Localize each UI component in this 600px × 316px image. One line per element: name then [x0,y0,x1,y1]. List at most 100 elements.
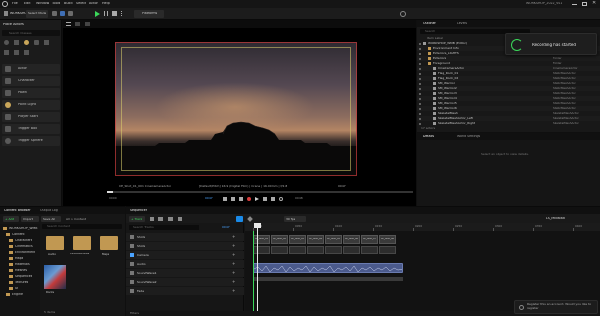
shot-clip-secondary[interactable] [325,246,342,254]
add-track-button[interactable]: + Track [129,216,145,222]
tab-content-browser[interactable]: Content Browser [4,209,31,212]
tab-outliner[interactable]: Outliner [423,22,436,25]
add-key-button[interactable]: + [232,271,235,275]
play-icon[interactable] [255,197,259,201]
render-icon[interactable] [168,217,173,221]
place-actor-item[interactable]: Pawn [2,88,60,98]
add-key-button[interactable]: + [232,244,235,248]
stop-icon[interactable] [112,11,117,16]
camera-icon[interactable] [158,217,163,221]
step-back-icon[interactable] [231,197,235,201]
content-search[interactable]: Search Content [42,224,122,229]
visibility-eye-icon[interactable] [419,62,421,65]
shot-clip-secondary[interactable] [289,246,306,254]
save-icon[interactable] [4,11,8,16]
visibility-eye-icon[interactable] [419,57,421,60]
asset-tile[interactable]: CinematicMats [70,232,94,259]
shot-clip-secondary[interactable] [307,246,324,254]
shot-clip[interactable]: CE_Shot_06 [343,235,360,244]
folder-tree-item[interactable]: Engine [0,292,40,298]
save-all-button[interactable]: Save All [41,216,61,222]
place-actor-item[interactable]: Character [2,76,60,86]
place-actor-item[interactable]: Trigger Box [2,124,60,134]
visibility-eye-icon[interactable] [419,102,421,105]
more-options-icon[interactable] [121,11,125,16]
range-start-marker[interactable] [253,231,254,311]
menu-edit[interactable]: Edit [24,2,31,5]
place-actors-search[interactable]: Search Classes [2,30,60,36]
track-row[interactable]: Shots + [126,242,244,250]
add-key-button[interactable]: + [232,235,235,239]
tab-sequencer[interactable]: Sequencer [130,209,147,212]
playhead-handle[interactable] [254,223,261,228]
visibility-eye-icon[interactable] [419,52,421,55]
track-search[interactable]: Search Tracks [129,225,199,230]
shot-clip-secondary[interactable] [361,246,378,254]
visibility-eye-icon[interactable] [419,42,421,45]
menu-select[interactable]: Select [76,2,86,5]
play-icon[interactable] [95,11,100,17]
sequence-name[interactable]: LS_Mkxstad [546,217,565,220]
blueprint-icon[interactable] [60,11,65,16]
visibility-eye-icon[interactable] [419,107,421,110]
shot-clip-secondary[interactable] [253,246,270,254]
asset-tile[interactable]: Audio [44,232,66,259]
track-row[interactable]: Shots + [126,233,244,241]
audio-clip[interactable] [253,263,403,273]
playhead-line[interactable] [257,223,258,311]
platforms-button[interactable]: Platforms [134,10,164,18]
perspective-icon[interactable] [75,22,80,26]
skip-end-icon[interactable] [271,197,275,201]
visibility-eye-icon[interactable] [419,87,421,90]
shot-clip[interactable]: CE_Shot_02 [271,235,288,244]
visibility-eye-icon[interactable] [419,97,421,100]
fps-dropdown[interactable]: 30 fps [284,216,306,222]
shot-clip-secondary[interactable] [343,246,360,254]
play-reverse-icon[interactable] [239,197,243,201]
tab-details[interactable]: Details [423,135,434,138]
track-row[interactable]: Fade + [126,287,244,295]
register-notification[interactable]: Register this an account. Would you like… [514,300,598,314]
visibility-eye-icon[interactable] [419,77,421,80]
add-key-button[interactable]: + [232,280,235,284]
pause-icon[interactable] [104,11,108,16]
unreal-logo-icon[interactable] [2,1,8,7]
lights-icon[interactable] [24,40,29,45]
menu-window[interactable]: Window [36,2,49,5]
shot-clip-secondary[interactable] [271,246,288,254]
track-row[interactable]: Audio + [126,260,244,268]
track-row[interactable]: SoundWave2 + [126,278,244,286]
visibility-eye-icon[interactable] [419,92,421,95]
add-button[interactable]: + Add [3,216,19,222]
shapes-icon[interactable] [34,40,39,45]
menu-actor[interactable]: Actor [89,2,98,5]
close-icon[interactable]: ✕ [592,1,596,6]
track-row[interactable]: Camera + [126,251,244,259]
sequencer-footer[interactable]: Filters [130,312,139,315]
track-row[interactable]: SoundWave1 + [126,269,244,277]
add-key-button[interactable]: + [232,289,235,293]
place-actor-item[interactable]: Actor [2,64,60,74]
cinematic-icon[interactable] [14,50,19,55]
place-actor-item[interactable]: Player Start [2,112,60,122]
fade-track-bar[interactable] [253,277,403,281]
maximize-icon[interactable] [582,2,587,6]
timeline-ruler[interactable]: 000000500100015002000250030003500400 [245,223,600,231]
visibility-eye-icon[interactable] [419,72,421,75]
viewport-scrubber[interactable] [107,191,413,193]
shot-clip[interactable]: CE_Shot_04 [307,235,324,244]
shot-clip[interactable]: CE_Shot_08 [379,235,396,244]
snap-icon[interactable] [236,216,243,222]
minimize-icon[interactable] [572,4,577,5]
menu-help[interactable]: Help [102,2,110,5]
visibility-eye-icon[interactable] [419,117,421,120]
recent-icon[interactable] [4,40,9,45]
select-mode-button[interactable]: Select Mode [26,10,48,18]
save-icon[interactable] [150,217,154,221]
step-forward-icon[interactable] [263,197,267,201]
add-key-button[interactable]: + [232,262,235,266]
settings-icon[interactable] [400,11,406,17]
place-actor-item[interactable]: Point Light [2,100,60,110]
content-icon[interactable] [52,11,57,16]
tab-output-log[interactable]: Output Log [40,209,58,212]
